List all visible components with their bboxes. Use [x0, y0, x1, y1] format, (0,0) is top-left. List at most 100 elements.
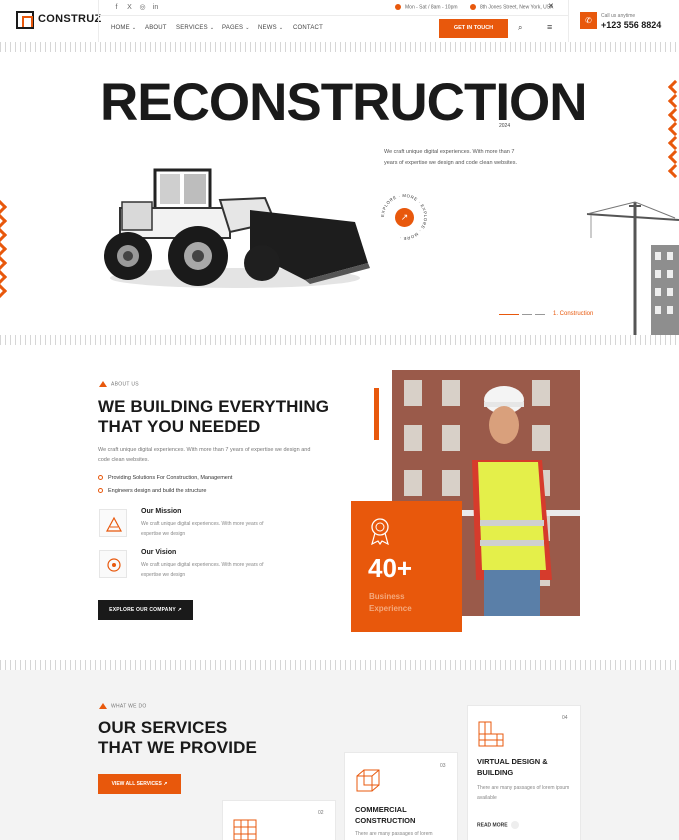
nav-label: SERVICES	[176, 25, 208, 31]
chevron-left-icon	[667, 163, 679, 179]
chevron-right-icon	[0, 241, 8, 257]
arrow-up-right-icon	[510, 821, 519, 829]
logo-text[interactable]: CONSTRUZ	[38, 13, 102, 25]
award-icon	[371, 518, 389, 545]
button-label: VIEW ALL SERVICES	[111, 781, 162, 787]
about-title-line1: WE BUILDING EVERYTHING	[98, 397, 330, 416]
about-title-line2: THAT YOU NEEDED	[98, 417, 261, 436]
tag-icon	[99, 703, 107, 709]
nav-label: NEWS	[258, 25, 277, 31]
chevron-left-icon	[667, 93, 679, 109]
facebook-icon[interactable]: f	[112, 3, 121, 12]
service-description: There are many passages of lorem ipsum a…	[477, 785, 570, 801]
experience-label: Business Experience	[369, 591, 412, 615]
slide-indicator-active[interactable]	[499, 314, 519, 315]
services-tag-text: WHAT WE DO	[111, 703, 147, 710]
slide-indicator[interactable]	[522, 314, 532, 315]
hours-info: Mon - Sat / 8am - 10pm	[395, 4, 458, 10]
chevron-left-icon	[667, 135, 679, 151]
address-info: 8th Jones Street, New York, USA	[470, 4, 553, 10]
arrow-up-right-icon: ↗	[177, 607, 182, 613]
experience-label-line2: Experience	[369, 604, 412, 613]
read-more-link[interactable]: READ MORE	[477, 821, 519, 829]
mission-description: We craft unique digital experiences. Wit…	[141, 521, 264, 537]
menu-icon[interactable]: ≡	[547, 22, 552, 32]
chevron-down-icon: ⌄	[278, 25, 284, 31]
nav-contact[interactable]: CONTACT	[293, 25, 323, 31]
explore-company-button[interactable]: EXPLORE OUR COMPANY ↗	[98, 600, 193, 620]
tag-icon	[99, 381, 107, 387]
crane-image	[586, 201, 679, 335]
instagram-icon[interactable]: ◎	[138, 3, 147, 12]
search-icon[interactable]: ⌕	[518, 23, 523, 33]
services-title-line1: OUR SERVICES	[98, 718, 228, 737]
chevron-left-icon	[667, 79, 679, 95]
close-icon[interactable]: ✕	[548, 2, 554, 10]
dashed-band	[0, 335, 679, 345]
chevron-left-icon	[667, 121, 679, 137]
check-icon	[98, 475, 103, 481]
chevron-right-icon	[0, 255, 8, 271]
chevron-left-icon	[667, 149, 679, 165]
x-twitter-icon[interactable]: X	[125, 3, 134, 12]
services-title-line2: THAT WE PROVIDE	[98, 738, 257, 757]
site-header: CONSTRUZ f X ◎ in Mon - Sat / 8am - 10pm…	[0, 0, 679, 42]
nav-label: PAGES	[222, 25, 244, 31]
grid-icon	[233, 819, 257, 840]
nav-label: ABOUT	[145, 25, 167, 31]
nav-about[interactable]: ABOUT	[145, 25, 167, 31]
read-more-label: READ MORE	[477, 822, 508, 829]
about-tag: ABOUT US	[99, 381, 139, 387]
vision-description: We craft unique digital experiences. Wit…	[141, 562, 264, 578]
check-text: Providing Solutions For Construction, Ma…	[108, 475, 233, 481]
service-title: VIRTUAL DESIGN & BUILDING	[477, 756, 548, 778]
service-title-line1: COMMERCIAL	[355, 805, 407, 814]
linkedin-icon[interactable]: in	[151, 3, 160, 12]
divider	[98, 15, 568, 16]
arrow-up-right-icon: ↗	[163, 781, 168, 787]
chevron-down-icon: ⌄	[131, 25, 137, 31]
button-label: EXPLORE OUR COMPANY	[109, 607, 176, 613]
mission-title: Our Mission	[141, 508, 182, 515]
about-tag-text: ABOUT US	[111, 381, 139, 388]
nav-services[interactable]: SERVICES ⌄	[176, 25, 214, 31]
check-icon	[98, 488, 103, 494]
slide-label: 1. Construction	[553, 311, 594, 317]
chevron-left-icon	[667, 107, 679, 123]
chevron-right-icon	[0, 227, 8, 243]
dashed-band	[0, 42, 679, 52]
accent-bar	[374, 388, 379, 440]
about-description: We craft unique digital experiences. Wit…	[98, 447, 311, 463]
slide-indicator[interactable]	[535, 314, 545, 315]
hero-description: We craft unique digital experiences. Wit…	[384, 149, 517, 166]
service-number: 03	[440, 763, 446, 769]
phone-icon: ✆	[580, 12, 597, 29]
get-in-touch-button[interactable]: GET IN TOUCH	[439, 19, 508, 38]
nav-news[interactable]: NEWS ⌄	[258, 25, 283, 31]
service-description: There are many passages of lorem	[355, 831, 433, 837]
arrow-up-right-icon[interactable]: ↗	[395, 208, 414, 227]
nav-label: HOME	[111, 25, 130, 31]
call-label: Call us anytime	[601, 13, 636, 19]
nav-home[interactable]: HOME ⌄	[111, 25, 136, 31]
logo-icon[interactable]	[16, 11, 34, 29]
service-title: COMMERCIAL CONSTRUCTION	[355, 804, 415, 826]
nav-pages[interactable]: PAGES ⌄	[222, 25, 250, 31]
chevron-right-icon	[0, 213, 8, 229]
service-title-line2: BUILDING	[477, 768, 514, 777]
mission-icon	[99, 509, 127, 537]
divider	[568, 0, 569, 42]
address-text: 8th Jones Street, New York, USA	[480, 4, 554, 11]
call-number[interactable]: +123 556 8824	[601, 20, 661, 30]
check-item: Engineers design and build the structure	[98, 488, 206, 494]
service-number: 02	[318, 810, 324, 816]
experience-number: 40+	[368, 553, 413, 583]
chevron-right-icon	[0, 283, 8, 299]
services-tag: WHAT WE DO	[99, 703, 147, 709]
experience-label-line1: Business	[369, 592, 405, 601]
check-item: Providing Solutions For Construction, Ma…	[98, 475, 232, 481]
chevron-right-icon	[0, 199, 8, 215]
view-all-services-button[interactable]: VIEW ALL SERVICES ↗	[98, 774, 181, 794]
blueprint-icon	[478, 721, 504, 747]
location-icon	[470, 4, 476, 10]
